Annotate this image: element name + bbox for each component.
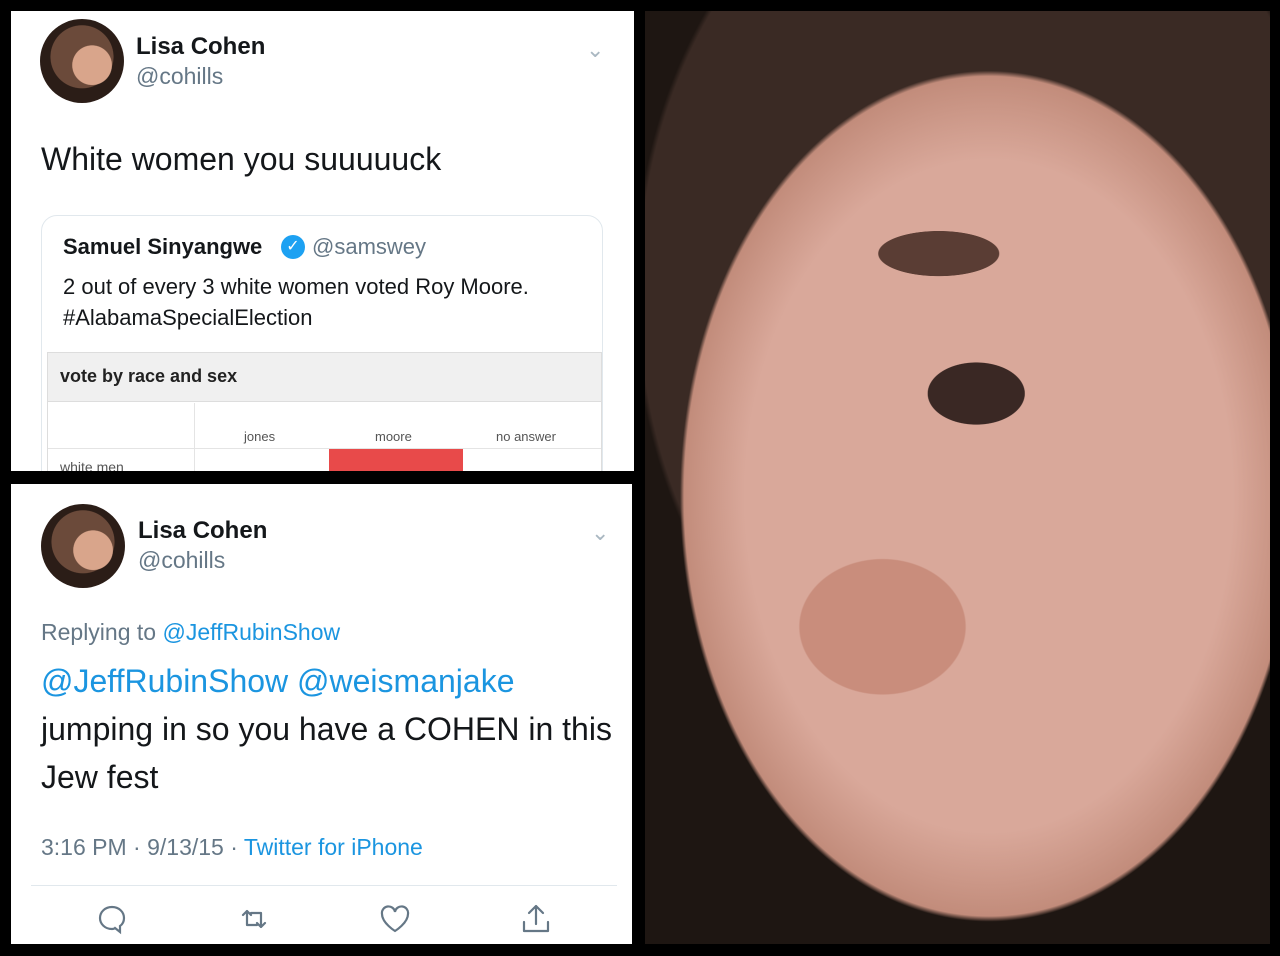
tweet-card-bottom[interactable]: Lisa Cohen @cohills ⌄ Replying to @JeffR… <box>11 484 632 944</box>
chevron-down-icon[interactable]: ⌄ <box>591 520 609 546</box>
verified-badge-icon: ✓ <box>281 235 305 259</box>
tweet-text: White women you suuuuuck <box>41 141 442 177</box>
table-divider <box>194 403 195 471</box>
profile-photo-closeup <box>645 11 1270 944</box>
chevron-down-icon[interactable]: ⌄ <box>586 37 604 63</box>
quoted-tweet[interactable]: Samuel Sinyangwe ✓ @samswey 2 out of eve… <box>41 215 603 471</box>
mention-link[interactable]: @weismanjake <box>297 663 514 699</box>
author-name[interactable]: Lisa Cohen <box>136 33 265 61</box>
tweet-actions <box>11 902 632 942</box>
column-header-jones: jones <box>244 429 276 444</box>
quoted-text-line: 2 out of every 3 white women voted Roy M… <box>63 274 529 299</box>
column-header-no-answer: no answer <box>496 429 556 444</box>
source-link[interactable]: Twitter for iPhone <box>244 834 423 860</box>
tweet-card-top[interactable]: Lisa Cohen @cohills ⌄ White women you su… <box>11 11 634 471</box>
tweet-text: @JeffRubinShow @weismanjake jumping in s… <box>41 657 621 801</box>
column-header-moore: moore <box>375 429 412 444</box>
author-avatar[interactable] <box>41 504 125 588</box>
replying-prefix: Replying to <box>41 619 163 645</box>
table-title: vote by race and sex <box>60 366 238 386</box>
retweet-icon[interactable] <box>237 902 271 936</box>
author-handle[interactable]: @cohills <box>138 547 225 574</box>
row-label: white men <box>60 459 124 471</box>
moore-bar <box>329 449 463 471</box>
like-icon[interactable] <box>378 902 412 936</box>
author-handle[interactable]: @cohills <box>136 63 223 90</box>
vote-table-image[interactable]: vote by race and sex jones moore no answ… <box>47 352 602 471</box>
reply-icon[interactable] <box>95 902 129 936</box>
hashtag-link[interactable]: #AlabamaSpecialElection <box>63 302 593 333</box>
quoted-tweet-text: 2 out of every 3 white women voted Roy M… <box>63 271 593 333</box>
quoted-author-handle: @samswey <box>312 234 427 259</box>
divider <box>31 885 617 886</box>
replying-to: Replying to @JeffRubinShow <box>41 619 340 646</box>
author-avatar[interactable] <box>40 19 124 103</box>
quoted-author-name: Samuel Sinyangwe <box>63 234 263 259</box>
replying-to-link[interactable]: @JeffRubinShow <box>162 619 340 645</box>
share-icon[interactable] <box>519 902 553 936</box>
timestamp[interactable]: 3:16 PM · 9/13/15 · <box>41 834 244 860</box>
tweet-text-line: Jew fest <box>41 759 159 795</box>
table-header: vote by race and sex <box>48 353 601 402</box>
tweet-text-line: jumping in so you have a COHEN in this <box>41 711 612 747</box>
author-name[interactable]: Lisa Cohen <box>138 517 267 545</box>
tweet-metadata: 3:16 PM · 9/13/15 · Twitter for iPhone <box>41 834 423 861</box>
table-divider <box>48 448 601 449</box>
mention-link[interactable]: @JeffRubinShow <box>41 663 288 699</box>
face-photo <box>645 11 1270 944</box>
